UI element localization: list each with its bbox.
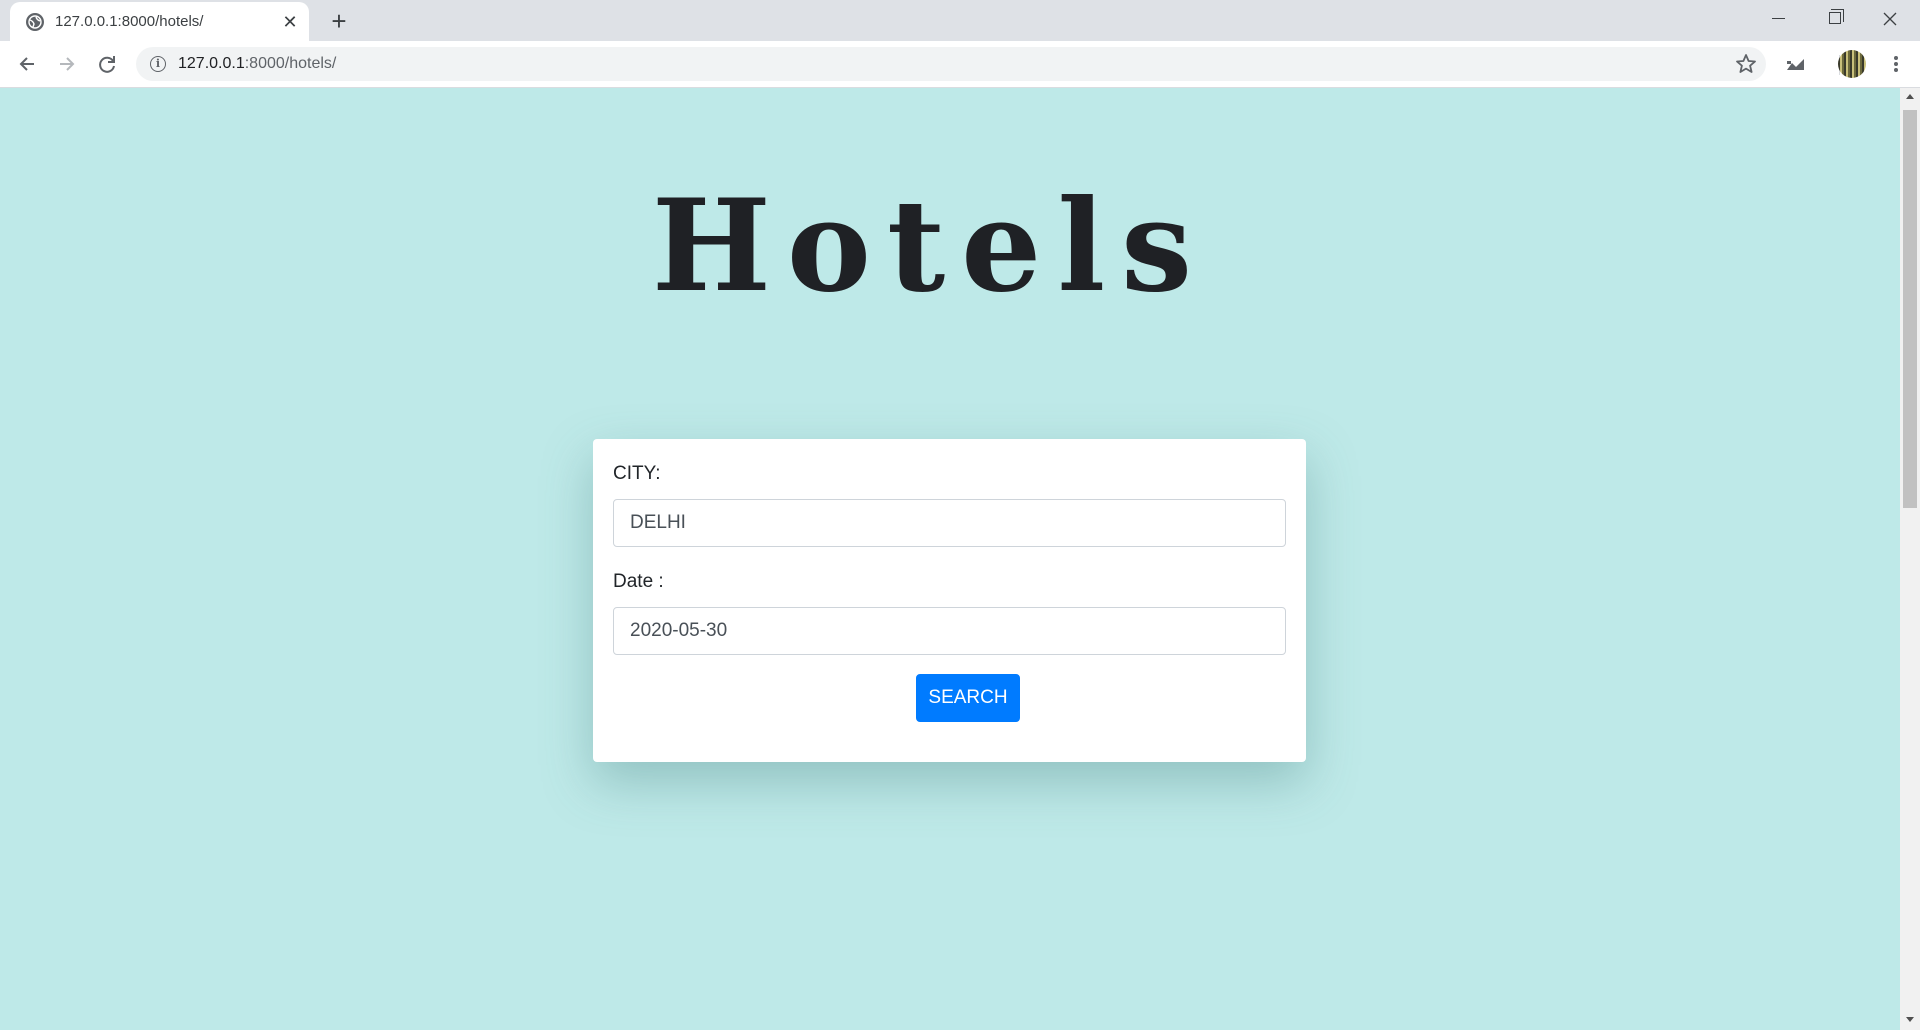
tab-title: 127.0.0.1:8000/hotels/ [55,13,204,30]
back-icon[interactable] [12,49,42,79]
globe-icon [26,13,44,31]
url-host: 127.0.0.1 [178,55,245,72]
extension-icon[interactable] [1784,52,1808,76]
close-icon[interactable]: ✕ [280,12,300,32]
url-text[interactable]: 127.0.0.1:8000/hotels/ [178,55,336,73]
minimize-button[interactable] [1750,0,1806,38]
window-close-button[interactable] [1862,0,1918,38]
avatar[interactable] [1838,50,1866,78]
info-icon[interactable]: i [150,56,166,72]
menu-icon[interactable] [1884,52,1908,76]
url-path: :8000/hotels/ [244,55,337,72]
city-input[interactable] [613,499,1286,547]
address-bar[interactable]: i 127.0.0.1:8000/hotels/ [136,47,1766,81]
search-button[interactable]: SEARCH [916,674,1020,722]
restore-button[interactable] [1806,0,1862,38]
scroll-up-arrow[interactable] [1906,94,1914,99]
date-input[interactable] [613,607,1286,655]
page-viewport: Hotels CITY: Date : SEARCH [0,88,1900,1030]
plus-icon[interactable]: + [325,7,353,35]
browser-tab[interactable]: 127.0.0.1:8000/hotels/ ✕ [10,2,309,42]
scroll-thumb[interactable] [1903,110,1917,508]
browser-toolbar: i 127.0.0.1:8000/hotels/ [0,41,1920,88]
reload-icon[interactable] [92,49,122,79]
search-card: CITY: Date : SEARCH [593,439,1306,762]
forward-icon[interactable] [52,49,82,79]
date-label: Date : [613,571,664,592]
star-icon[interactable] [1734,52,1758,76]
tab-strip: 127.0.0.1:8000/hotels/ ✕ + [0,0,1920,42]
city-label: CITY: [613,463,661,484]
page-title: Hotels [651,172,1209,320]
scroll-down-arrow[interactable] [1906,1017,1914,1022]
scrollbar[interactable] [1900,88,1920,1030]
